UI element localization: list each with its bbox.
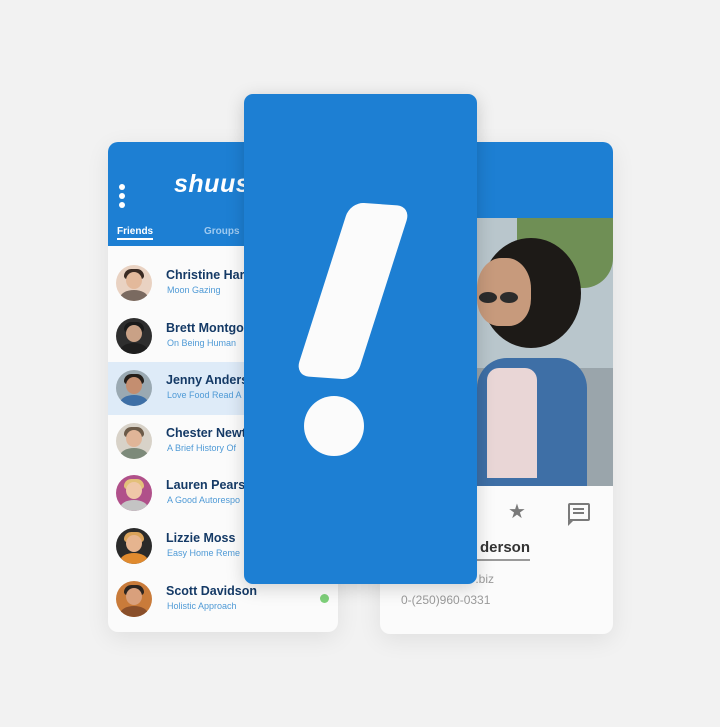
online-status-dot	[320, 593, 329, 603]
avatar	[116, 527, 152, 564]
profile-photo	[477, 218, 613, 486]
alert-card	[244, 94, 477, 584]
contact-subtitle: Moon Gazing	[167, 285, 221, 295]
contact-name: Chester Newt	[166, 425, 246, 440]
message-icon[interactable]	[568, 503, 590, 526]
contact-name: Brett Montgo	[166, 320, 244, 335]
contact-name: Jenny Anders	[166, 373, 249, 388]
kebab-menu-icon[interactable]	[118, 184, 126, 210]
exclamation-icon	[294, 202, 412, 380]
contact-name: Lauren Pears	[166, 478, 246, 493]
avatar	[116, 475, 152, 512]
contact-subtitle: Love Food Read A	[167, 390, 242, 401]
avatar	[116, 370, 152, 407]
contact-name: Lizzie Moss	[166, 530, 236, 545]
profile-phone: 0-(250)960-0331	[401, 593, 491, 607]
avatar	[116, 265, 152, 301]
exclamation-dot	[304, 396, 364, 456]
contact-subtitle: Easy Home Reme	[167, 547, 241, 558]
contact-subtitle: A Brief History Of	[167, 442, 237, 453]
contact-subtitle: A Good Autorespo	[167, 495, 241, 506]
avatar	[116, 580, 152, 617]
contact-subtitle: On Being Human	[167, 337, 237, 348]
star-icon[interactable]: ★	[508, 499, 526, 524]
avatar	[116, 422, 152, 459]
contact-name: Christine Har	[166, 268, 245, 282]
contact-subtitle: Holistic Approach	[167, 600, 237, 611]
tab-friends[interactable]: Friends	[117, 226, 154, 240]
app-logo: shuus	[174, 170, 251, 198]
contact-name: Scott Davidson	[166, 583, 257, 598]
avatar	[116, 317, 152, 354]
tab-groups[interactable]: Groups	[204, 226, 240, 237]
